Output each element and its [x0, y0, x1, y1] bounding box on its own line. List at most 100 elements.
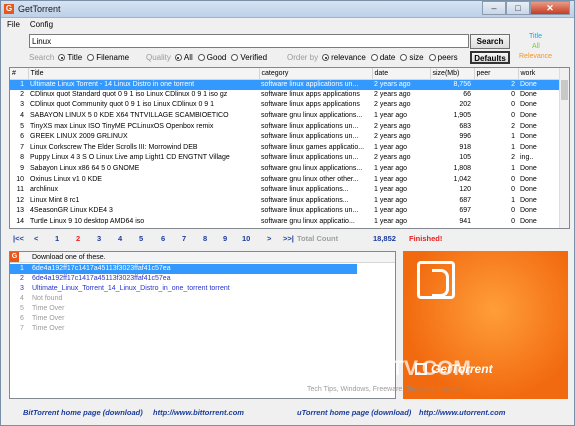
minimize-button[interactable]: –	[482, 1, 506, 15]
cell-category: software gnu linux applications...	[259, 227, 372, 228]
page-8[interactable]: 8	[203, 234, 207, 243]
download-list-item[interactable]: 6 Time Over	[10, 314, 357, 324]
table-row[interactable]: 3 CDlinux quot Community quot 0 9 1 iso L…	[10, 100, 561, 111]
close-button[interactable]: ✕	[530, 1, 570, 15]
cell-work: Done	[520, 207, 537, 215]
download-list-item[interactable]: 1 6de4a192ff17c1417a45113f3023ffaf41c57ea	[10, 264, 357, 274]
cell-work: Done	[520, 196, 537, 204]
col-header-peer[interactable]: peer	[474, 68, 519, 80]
table-row[interactable]: 10 Oxinus Linux v1 0 KDE software gnu linu…	[10, 174, 561, 185]
cell-size: 66	[463, 90, 471, 98]
col-header-index[interactable]: #	[10, 68, 29, 80]
table-row[interactable]: 13 4SeasonGR Linux KDE4 3 software linux a…	[10, 206, 561, 217]
menu-file[interactable]: File	[7, 18, 20, 31]
cell-work: Done	[518, 79, 561, 90]
cell-peer: 2	[511, 122, 515, 130]
col-header-work[interactable]: work	[518, 68, 562, 80]
cell-index: 12	[16, 196, 24, 204]
total-count-label: Total Count	[297, 234, 339, 243]
table-row[interactable]: 9 Sabayon Linux x86 64 5 0 GNOME software …	[10, 164, 561, 175]
download-list-item[interactable]: 7 Time Over	[10, 324, 357, 334]
scrollbar-thumb[interactable]	[561, 80, 568, 100]
radio-order-size[interactable]	[400, 54, 408, 61]
utorrent-link[interactable]: http://www.utorrent.com	[419, 408, 505, 417]
download-list-title: Download one of these.	[32, 254, 106, 261]
download-list-item[interactable]: 3 Ultimate_Linux_Torrent_14_Linux_Distro_…	[10, 284, 357, 294]
download-list-header: G Download one of these.	[10, 252, 395, 263]
page-10[interactable]: 10	[242, 234, 250, 243]
search-in-label: Search	[29, 53, 55, 62]
radio-quality-good[interactable]	[197, 54, 205, 61]
page-5[interactable]: 5	[139, 234, 143, 243]
table-row[interactable]: 8 Puppy Linux 4 3 S O Linux Live amp Ligh…	[10, 153, 561, 164]
results-table: # Title category date size(Mb) peer work…	[9, 67, 570, 229]
col-header-size[interactable]: size(Mb)	[430, 68, 475, 80]
page-2[interactable]: 2	[76, 234, 80, 243]
page-first[interactable]: |<<	[13, 234, 24, 243]
cell-work: Done	[520, 175, 537, 183]
page-4[interactable]: 4	[118, 234, 122, 243]
cell-date: 1 year ago	[374, 175, 408, 183]
radio-filename[interactable]	[87, 54, 95, 61]
table-row[interactable]: 1 Ultimate Linux Torrent - 14 Linux Distr…	[10, 79, 561, 90]
search-input[interactable]	[29, 34, 469, 48]
cell-work: Done	[520, 90, 537, 98]
search-panel: Search Defaults Title All Relevance Sear…	[5, 31, 570, 65]
page-6[interactable]: 6	[161, 234, 165, 243]
cell-size: 105	[459, 154, 471, 162]
radio-quality-all[interactable]	[174, 54, 182, 61]
cell-work: ing..	[520, 154, 534, 162]
cell-peer: 0	[511, 207, 515, 215]
radio-title[interactable]	[58, 54, 66, 61]
title-bar[interactable]: G GetTorrent – □ ✕	[1, 1, 574, 18]
cell-peer: 0	[511, 90, 515, 98]
page-3[interactable]: 3	[97, 234, 101, 243]
radio-order-size-label: size	[409, 53, 424, 62]
download-list-item[interactable]: 2 6de4a192ff17c1417a45113f3023ffaf41c57ea	[10, 274, 357, 284]
radio-order-date[interactable]	[370, 54, 378, 61]
table-row[interactable]: 7 Linux Corkscrew The Elder Scrolls III: …	[10, 143, 561, 154]
download-list-item[interactable]: 4 Not found	[10, 294, 357, 304]
legend-relevance: Relevance	[519, 53, 553, 60]
radio-order-relevance-label: relevance	[331, 53, 366, 62]
menu-config[interactable]: Config	[30, 18, 53, 31]
table-row[interactable]: 4 SABAYON LINUX 5 0 KDE X64 TNTVILLAGE SC…	[10, 111, 561, 122]
radio-order-peers-label: peers	[437, 53, 458, 62]
bittorrent-link[interactable]: http://www.bittorrent.com	[153, 408, 244, 417]
page-9[interactable]: 9	[223, 234, 227, 243]
table-row[interactable]: 6 GREEK LINUX 2009 GRLINUX software linux …	[10, 132, 561, 143]
page-7[interactable]: 7	[182, 234, 186, 243]
page-1[interactable]: 1	[55, 234, 59, 243]
table-row[interactable]: 14 Turtle Linux 9 10 desktop AMD64 iso sof…	[10, 217, 561, 228]
col-header-title[interactable]: Title	[28, 68, 260, 80]
radio-order-relevance[interactable]	[322, 54, 330, 61]
cell-size: 996	[459, 133, 471, 141]
table-row[interactable]: 12 Linux Mint 8 rc1 software linux applica…	[10, 196, 561, 207]
cell-title: Linux Mint 8 rc1	[30, 196, 80, 204]
cell-peer: 0	[511, 175, 515, 183]
page-prev[interactable]: <	[34, 234, 38, 243]
cell-title: Turtle Linux 9 10 desktop AMD64 iso	[30, 218, 145, 226]
col-header-date[interactable]: date	[372, 68, 431, 80]
footer-links: BitTorrent home page (download) http://w…	[1, 403, 574, 425]
quality-options: Quality All Good Verified	[146, 53, 272, 62]
table-row[interactable]: 11 archlinux software linux applications..…	[10, 185, 561, 196]
cell-size: 120	[459, 186, 471, 194]
radio-quality-verified[interactable]	[231, 54, 239, 61]
radio-order-peers[interactable]	[428, 54, 436, 61]
search-button[interactable]: Search	[470, 34, 510, 49]
download-item-index: 3	[20, 285, 24, 292]
page-last[interactable]: >>|	[283, 234, 294, 243]
table-row[interactable]: 2 CDlinux quot Standard quot 0 9 1 iso Li…	[10, 90, 561, 101]
col-header-category[interactable]: category	[259, 68, 373, 80]
results-scrollbar[interactable]	[559, 68, 569, 228]
cell-peer: 2	[474, 79, 518, 90]
download-list-item[interactable]: 5 Time Over	[10, 304, 357, 314]
cell-index: 4	[20, 112, 24, 120]
page-next[interactable]: >	[267, 234, 271, 243]
maximize-button[interactable]: □	[506, 1, 530, 15]
defaults-button[interactable]: Defaults	[470, 51, 510, 64]
table-row[interactable]: 5 TinyXS max Linux ISO TinyME PCLinuxOS O…	[10, 121, 561, 132]
table-row[interactable]: 15mandriva linux pwp 2009 dvd i586softwa…	[10, 227, 561, 228]
app-window: G GetTorrent – □ ✕ File Config Search De…	[0, 0, 575, 426]
